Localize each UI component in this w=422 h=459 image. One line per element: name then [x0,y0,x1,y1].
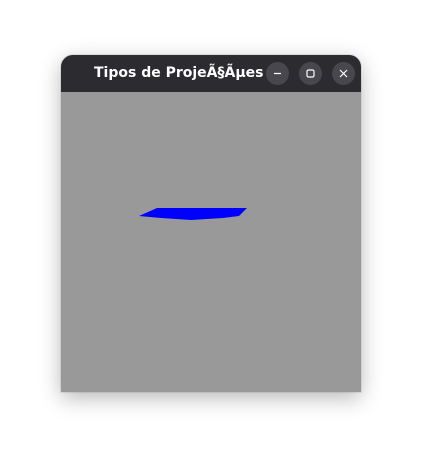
maximize-button[interactable] [299,62,322,85]
opengl-viewport[interactable] [61,92,361,392]
window-title: Tipos de ProjeÃ§Ãµes [94,65,264,81]
minimize-icon [274,72,281,75]
minimize-button[interactable] [266,62,289,85]
close-button[interactable] [332,62,355,85]
close-icon [339,69,348,78]
viewport-background [61,92,361,392]
title-bar[interactable]: Tipos de ProjeÃ§Ãµes [61,55,361,92]
maximize-icon [306,69,315,78]
app-window: Tipos de ProjeÃ§Ãµes [61,55,361,392]
